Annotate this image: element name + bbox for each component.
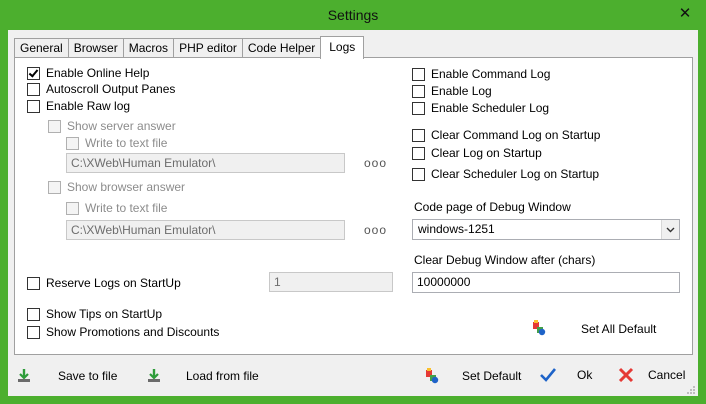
browser-log-path-input[interactable]: C:\XWeb\Human Emulator\	[66, 220, 345, 240]
close-icon: ✕	[678, 5, 692, 22]
checkbox-label: Show Tips on StartUp	[46, 307, 163, 321]
close-button[interactable]: ✕	[672, 2, 698, 24]
checkbox-label: Show Promotions and Discounts	[46, 325, 220, 339]
set-default-icon	[426, 368, 439, 384]
clear-log-checkbox[interactable]: Clear Log on Startup	[412, 146, 542, 160]
checkbox-box	[27, 325, 40, 339]
set-default-label: Set Default	[462, 369, 522, 383]
checkbox-box	[27, 99, 40, 113]
chevron-down-icon	[661, 220, 679, 239]
ok-button[interactable]: Ok	[539, 367, 592, 383]
checkbox-box	[66, 201, 79, 215]
tab-general[interactable]: General	[14, 38, 69, 58]
checkbox-label: Enable Log	[431, 84, 492, 98]
checkbox-box	[412, 128, 425, 142]
cancel-button[interactable]: Cancel	[618, 367, 685, 383]
checkbox-label: Enable Online Help	[46, 66, 150, 80]
title-bar: Settings ✕	[0, 0, 706, 30]
tab-logs[interactable]: Logs	[320, 36, 365, 59]
checkbox-box	[27, 82, 40, 96]
checkbox-label: Show browser answer	[67, 180, 186, 194]
checkbox-label: Show server answer	[67, 119, 176, 133]
enable-log-checkbox[interactable]: Enable Log	[412, 84, 492, 98]
load-from-file-button[interactable]: Load from file	[146, 368, 259, 384]
checkbox-box	[412, 146, 425, 160]
enable-command-log-checkbox[interactable]: Enable Command Log	[412, 67, 550, 81]
enable-raw-log-checkbox[interactable]: Enable Raw log	[27, 99, 130, 113]
cancel-x-icon	[618, 367, 634, 383]
clear-debug-input[interactable]: 10000000	[412, 272, 680, 293]
resize-grip[interactable]	[686, 384, 696, 394]
enable-online-help-checkbox[interactable]: Enable Online Help	[27, 66, 149, 80]
server-log-path-input[interactable]: C:\XWeb\Human Emulator\	[66, 153, 345, 173]
checkbox-label: Enable Scheduler Log	[431, 101, 550, 115]
tab-macros[interactable]: Macros	[122, 38, 175, 58]
show-promotions-checkbox[interactable]: Show Promotions and Discounts	[27, 325, 219, 339]
checkbox-box	[412, 84, 425, 98]
checkbox-box	[412, 101, 425, 115]
checkbox-box	[27, 307, 40, 321]
window-title: Settings	[327, 7, 379, 23]
checkbox-box	[412, 67, 425, 81]
show-tips-checkbox[interactable]: Show Tips on StartUp	[27, 307, 162, 321]
browse-browser-path-button[interactable]: ooo	[364, 223, 387, 237]
checkbox-label: Clear Scheduler Log on Startup	[431, 167, 600, 181]
load-icon	[148, 369, 160, 382]
save-icon	[18, 369, 30, 382]
ok-label: Ok	[577, 368, 593, 382]
set-all-default-button[interactable]: Set All Default	[581, 322, 656, 336]
checkbox-box	[48, 119, 61, 133]
tab-browser[interactable]: Browser	[67, 38, 124, 58]
checkbox-label: Autoscroll Output Panes	[46, 82, 176, 96]
checkbox-label: Reserve Logs on StartUp	[46, 276, 181, 290]
set-default-icon	[531, 320, 547, 339]
browse-server-path-button[interactable]: ooo	[364, 156, 387, 170]
checkmark-icon	[540, 368, 557, 382]
tab-php-editor[interactable]: PHP editor	[173, 38, 243, 58]
reserve-logs-checkbox[interactable]: Reserve Logs on StartUp	[27, 276, 181, 290]
checkbox-label: Clear Log on Startup	[431, 146, 542, 160]
clear-command-log-checkbox[interactable]: Clear Command Log on Startup	[412, 128, 600, 142]
tab-strip: General Browser Macros PHP editor Code H…	[14, 36, 365, 59]
code-page-value: windows-1251	[418, 222, 495, 236]
checkbox-label: Write to text file	[85, 136, 168, 150]
enable-scheduler-log-checkbox[interactable]: Enable Scheduler Log	[412, 101, 549, 115]
checkbox-label: Enable Raw log	[46, 99, 131, 113]
write-text-file-checkbox-1[interactable]: Write to text file	[66, 136, 167, 150]
show-browser-answer-checkbox[interactable]: Show browser answer	[48, 180, 185, 194]
load-from-file-label: Load from file	[186, 369, 259, 383]
reserve-count-input[interactable]: 1	[269, 272, 393, 292]
clear-debug-label: Clear Debug Window after (chars)	[414, 253, 596, 267]
settings-dialog: General Browser Macros PHP editor Code H…	[8, 30, 698, 396]
save-to-file-button[interactable]: Save to file	[16, 368, 117, 384]
cancel-label: Cancel	[648, 368, 686, 382]
clear-scheduler-log-checkbox[interactable]: Clear Scheduler Log on Startup	[412, 167, 599, 181]
save-to-file-label: Save to file	[58, 369, 118, 383]
checkbox-box	[27, 66, 40, 80]
tab-code-helper[interactable]: Code Helper	[241, 38, 322, 58]
checkbox-box	[48, 180, 61, 194]
show-server-answer-checkbox[interactable]: Show server answer	[48, 119, 176, 133]
code-page-label: Code page of Debug Window	[414, 200, 571, 214]
checkbox-box	[27, 276, 40, 290]
set-default-button[interactable]: Set Default	[424, 368, 521, 384]
logs-panel: Enable Online Help Autoscroll Output Pan…	[14, 57, 693, 355]
checkbox-label: Enable Command Log	[431, 67, 551, 81]
checkbox-label: Clear Command Log on Startup	[431, 128, 601, 142]
checkbox-label: Write to text file	[85, 201, 168, 215]
checkbox-box	[66, 136, 79, 150]
autoscroll-output-checkbox[interactable]: Autoscroll Output Panes	[27, 82, 175, 96]
write-text-file-checkbox-2[interactable]: Write to text file	[66, 201, 167, 215]
checkbox-box	[412, 167, 425, 181]
code-page-select[interactable]: windows-1251	[412, 219, 680, 240]
